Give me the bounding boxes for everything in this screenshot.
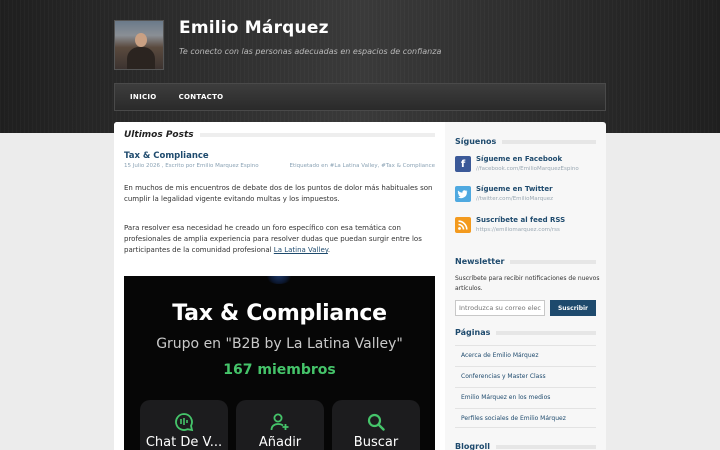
image-chat-button: Chat De V... (140, 400, 228, 450)
subscribe-button[interactable]: Suscribir (550, 300, 596, 316)
sidebar-heading-siguenos: Síguenos (455, 137, 596, 146)
sidebar-heading-blogroll: Blogroll (455, 442, 596, 450)
la-latina-valley-link[interactable]: La Latina Valley (274, 246, 328, 254)
social-facebook-url[interactable]: //facebook.com/EmilioMarquezEspino (476, 166, 579, 172)
social-rss-title[interactable]: Suscríbete al feed RSS (476, 216, 565, 224)
rss-glyph (458, 220, 468, 230)
social-twitter-title[interactable]: Sígueme en Twitter (476, 185, 553, 193)
twitter-bird-glyph (457, 190, 468, 199)
image-group-subtitle: Grupo en "B2B by La Latina Valley" (156, 336, 403, 352)
post-paragraph-1: En muchos de mis encuentros de debate do… (124, 184, 433, 204)
image-glow (264, 276, 294, 284)
social-facebook[interactable]: f Sígueme en Facebook //facebook.com/Emi… (455, 155, 605, 174)
post-paragraph-2-end: . (327, 246, 331, 255)
chat-icon (175, 413, 194, 432)
page-link-conferencias[interactable]: Conferencias y Master Class (455, 366, 596, 386)
post-paragraph-2: Para resolver esa necesidad he creado un… (124, 223, 437, 257)
heading-rule (199, 133, 435, 137)
section-heading-text: Ultimos Posts (124, 130, 194, 140)
site-tagline: Te conecto con las personas adecuadas en… (179, 47, 442, 56)
social-twitter[interactable]: Sígueme en Twitter //twitter.com/EmilioM… (455, 185, 605, 204)
post-title[interactable]: Tax & Compliance (124, 151, 209, 161)
image-member-count: 167 miembros (223, 362, 336, 378)
image-search-button: Buscar (332, 400, 420, 450)
heading-rule (496, 444, 596, 449)
nav-item-contacto[interactable]: CONTACTO (168, 83, 235, 111)
site-title[interactable]: Emilio Márquez (179, 18, 329, 38)
post-featured-image[interactable]: Tax & Compliance Grupo en "B2B by La Lat… (124, 276, 435, 450)
image-chat-label: Chat De V... (145, 435, 223, 450)
post-meta-tags[interactable]: Etiquetado en #La Latina Valley, #Tax & … (289, 163, 435, 169)
sidebar-heading-siguenos-text: Síguenos (455, 137, 497, 146)
image-add-button: Añadir (236, 400, 324, 450)
sidebar-heading-paginas-text: Páginas (455, 328, 491, 337)
post-meta-author: 15 Julio 2026 , Escrito por Emilio Marqu… (124, 163, 259, 169)
twitter-icon[interactable] (455, 186, 471, 202)
newsletter-description: Suscríbete para recibir notificaciones d… (455, 275, 600, 292)
add-user-icon (270, 413, 289, 431)
image-group-title: Tax & Compliance (172, 301, 387, 326)
heading-rule (510, 259, 596, 264)
heading-rule (502, 139, 596, 144)
avatar[interactable] (114, 20, 164, 70)
nav-item-inicio[interactable]: INICIO (119, 83, 168, 111)
facebook-icon[interactable]: f (455, 156, 471, 172)
section-heading: Ultimos Posts (124, 130, 435, 140)
sidebar-heading-paginas: Páginas (455, 328, 596, 337)
sidebar-heading-newsletter-text: Newsletter (455, 257, 505, 266)
search-icon (367, 413, 385, 431)
social-rss[interactable]: Suscríbete al feed RSS https://emiliomar… (455, 216, 605, 235)
page-link-acerca[interactable]: Acerca de Emilio Márquez (455, 345, 596, 365)
page-link-perfiles[interactable]: Perfiles sociales de Emilio Márquez (455, 408, 596, 428)
rss-icon[interactable] (455, 217, 471, 233)
heading-rule (496, 330, 596, 335)
sidebar-heading-blogroll-text: Blogroll (455, 442, 490, 450)
social-facebook-title[interactable]: Sígueme en Facebook (476, 155, 562, 163)
main-navigation: INICIO CONTACTO (114, 83, 606, 111)
image-add-label: Añadir (258, 435, 302, 450)
sidebar-heading-newsletter: Newsletter (455, 257, 596, 266)
page-link-medios[interactable]: Emilio Márquez en los medios (455, 387, 596, 407)
header-background (0, 0, 720, 133)
social-rss-url[interactable]: https://emiliomarquez.com/rss (476, 227, 560, 233)
social-twitter-url[interactable]: //twitter.com/EmilioMarquez (476, 196, 553, 202)
image-search-label: Buscar (353, 435, 399, 450)
newsletter-email-input[interactable] (455, 300, 545, 316)
